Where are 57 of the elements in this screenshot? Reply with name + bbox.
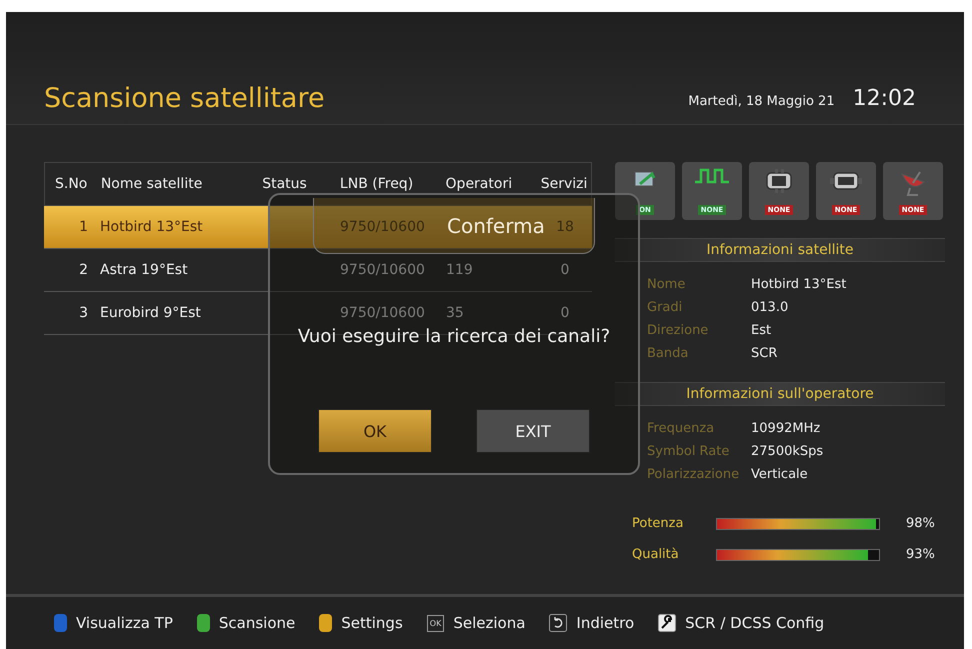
section-header: Informazioni sull'operatore [615,382,945,406]
dialog-button[interactable]: OK [318,409,432,453]
field-label: Nome [647,277,686,292]
column-header: Operatori [446,176,514,192]
column-header: LNB (Freq) [340,176,414,192]
operator-count: 35 [446,305,464,321]
field-value: 27500kSps [751,444,824,459]
field-label: Symbol Rate [647,444,730,459]
footer-label: Settings [341,614,403,632]
row-number: 3 [78,305,89,321]
column-header: Nome satellite [100,176,204,192]
footer-label: SCR / DCSS Config [685,614,824,632]
dialog-title: Conferma [447,214,545,238]
date-label: Martedì, 18 Maggio 21 [688,94,835,109]
operator-count: 119 [446,262,473,278]
meter-reading: 98% [906,516,935,531]
field-label: Banda [647,346,690,361]
column-header: S.No [54,176,88,192]
column-header: Servizi [540,176,588,192]
back-key-icon [549,614,568,632]
field-value: 10992MHz [751,421,820,436]
field-label: Frequenza [647,421,716,436]
field-value: Hotbird 13°Est [751,277,846,292]
field-value: SCR [751,346,778,361]
lnb-frequency: 9750/10600 [340,219,426,235]
satellite-name: Astra 19°Est [100,262,189,278]
footer-label: Visualizza TP [76,614,173,632]
screen-title: Scansione satellitare [44,83,325,114]
square-wave-icon [694,168,730,184]
footer-label: Scansione [218,614,296,632]
key-icon: OK [426,614,444,632]
time-label: 12:02 [852,86,916,111]
field-label: Polarizzazione [647,467,740,482]
row-number: 2 [78,262,89,278]
service-count: 0 [560,262,570,278]
row-number: 1 [78,219,89,235]
satellite-row[interactable]: 2 Astra 19°Est 9750/10600 119 0 [44,249,592,292]
lnb-frequency: 9750/10600 [340,262,426,278]
footer-label: Indietro [576,614,634,632]
wrench-key-icon [658,614,676,632]
section-header: Informazioni satellite [615,238,945,262]
meter-label: Qualità [632,547,680,562]
service-count: 0 [560,305,570,321]
column-header: Status [262,176,308,192]
satellite-name: Hotbird 13°Est [100,219,204,235]
dialog-button[interactable]: EXIT [476,409,590,453]
meter-reading: 93% [906,547,935,562]
footer-label: Seleziona [453,614,526,632]
field-label: Gradi [647,300,684,315]
field-label: Direzione [647,323,710,338]
field-value: Est [751,323,772,338]
field-value: Verticale [751,467,808,482]
satellite-name: Eurobird 9°Est [100,305,202,321]
meter-label: Potenza [632,516,684,531]
service-count: 18 [555,219,575,235]
field-value: 013.0 [751,300,788,315]
lnb-frequency: 9750/10600 [340,305,426,321]
